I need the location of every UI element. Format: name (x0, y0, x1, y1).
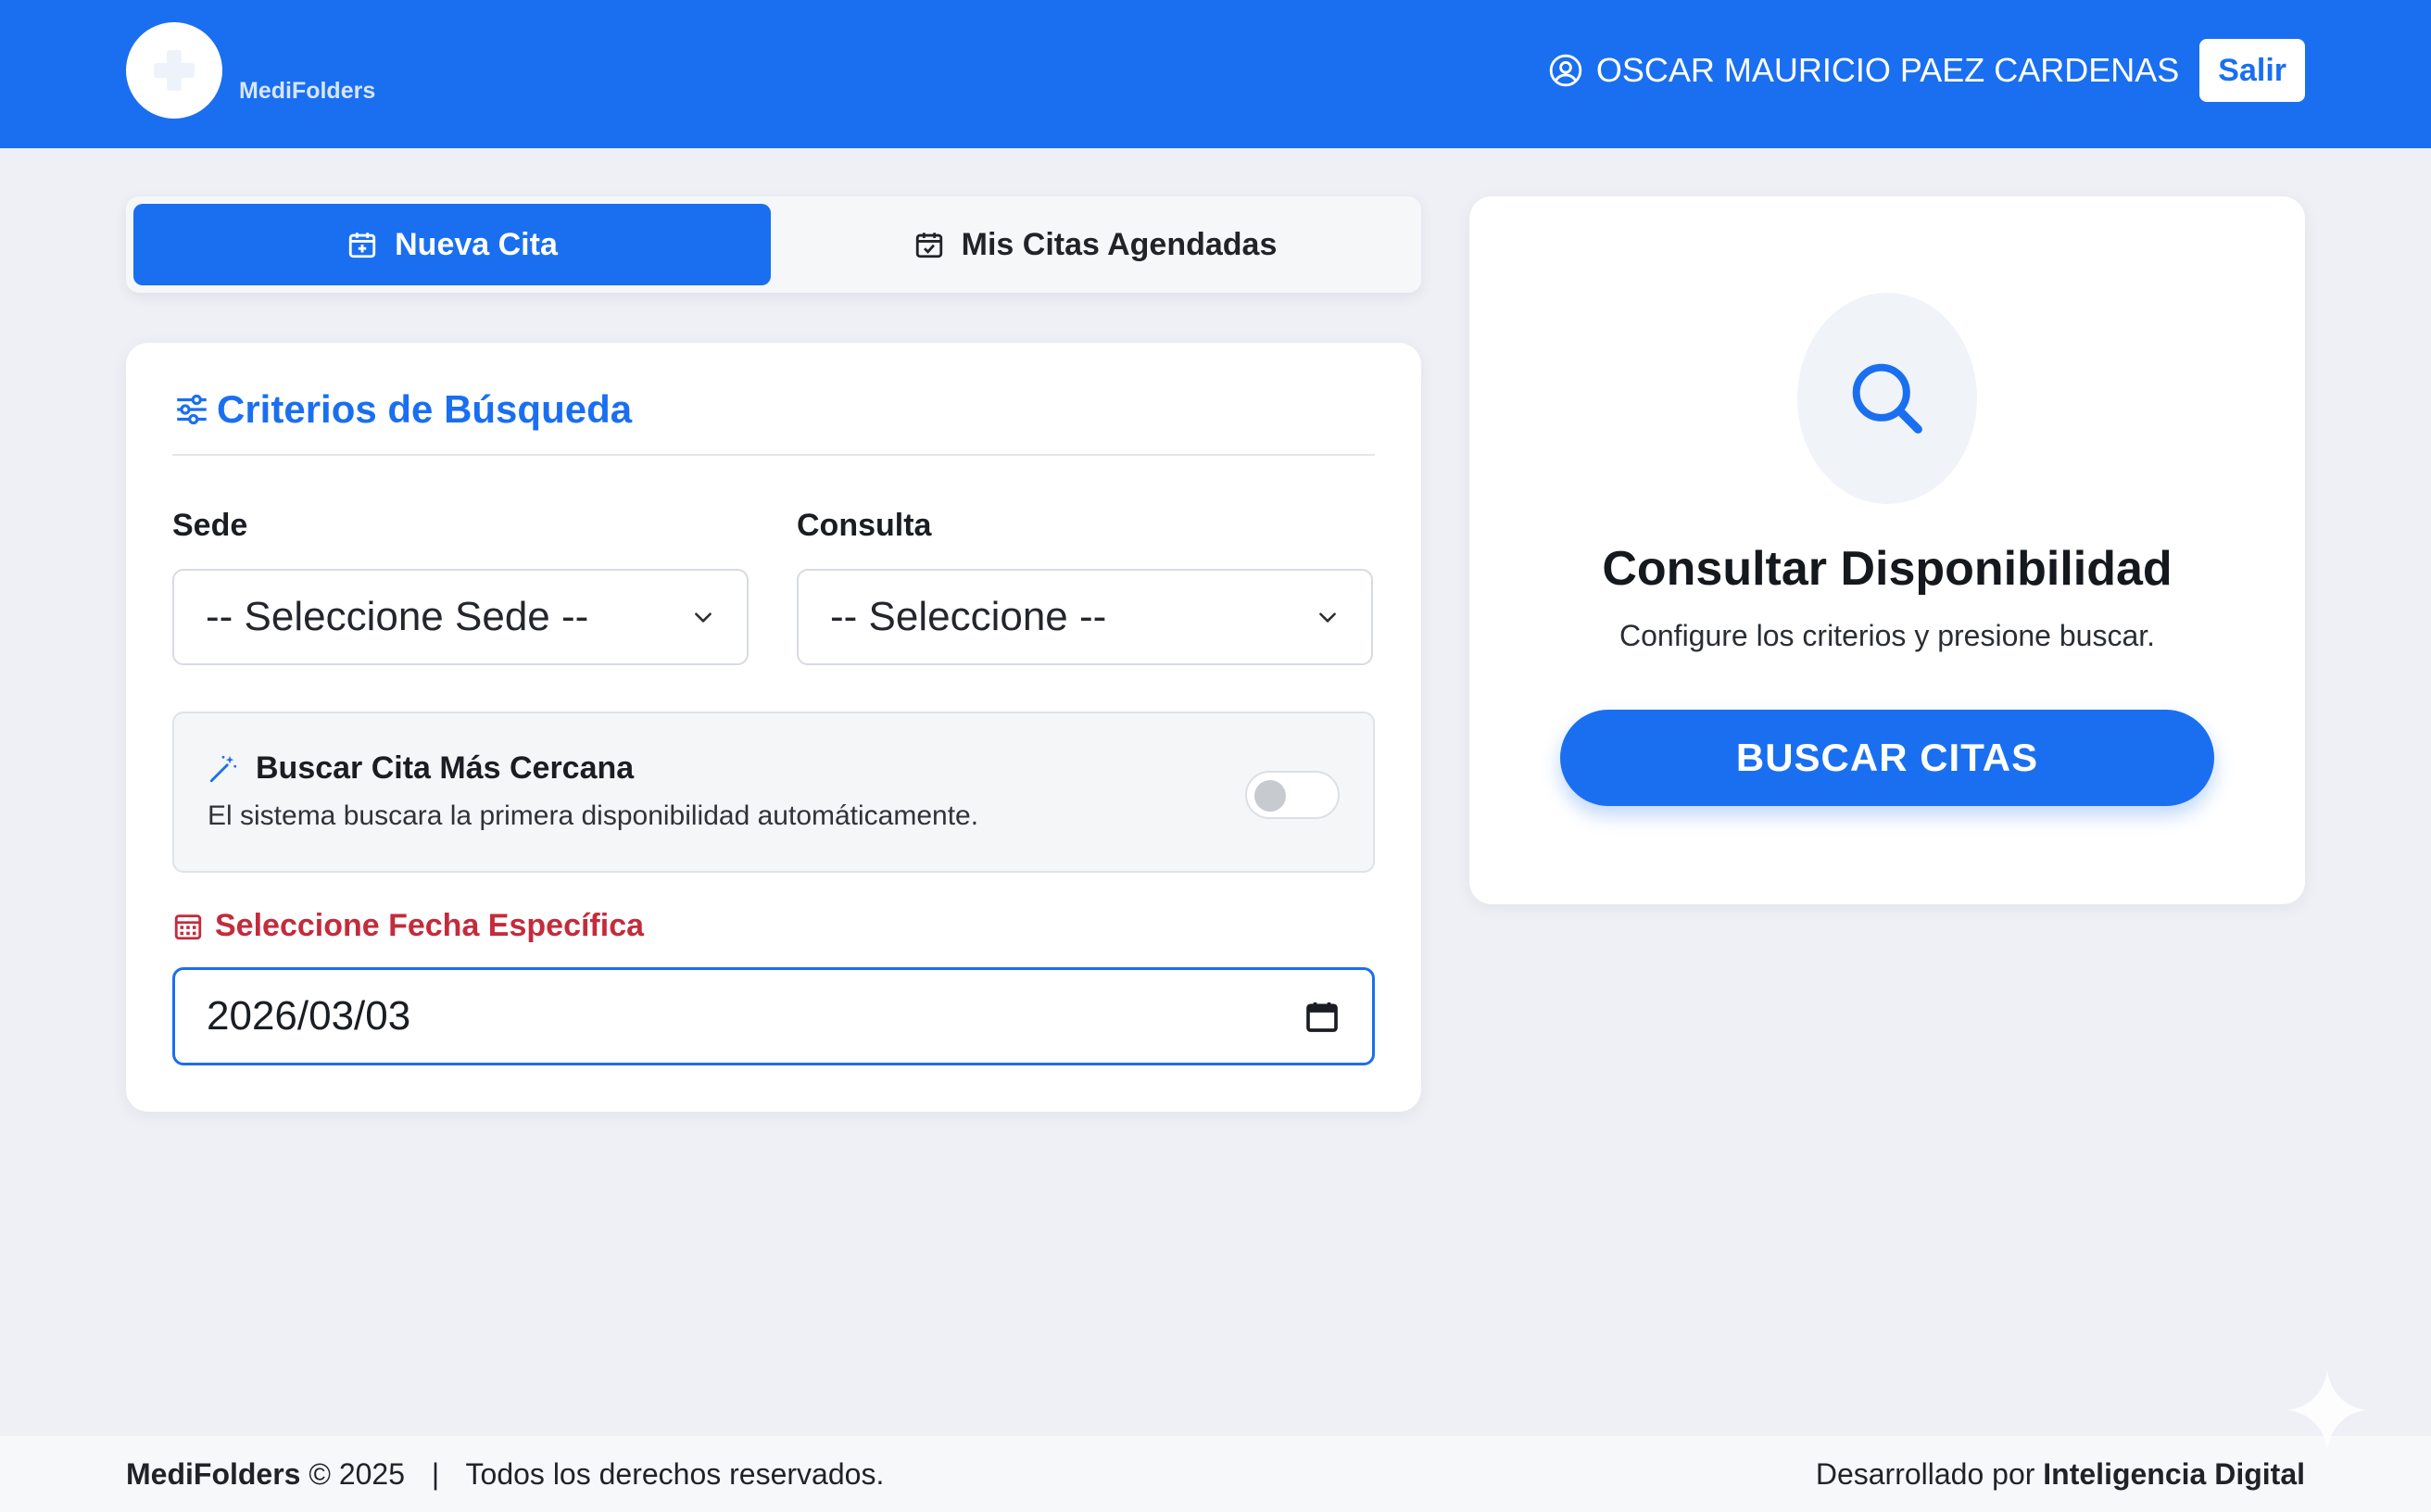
user-area: OSCAR MAURICIO PAEZ CARDENAS Salir (1548, 39, 2305, 102)
tab-nueva-cita[interactable]: Nueva Cita (133, 204, 771, 285)
user-circle-icon (1549, 54, 1582, 87)
calendar-picker-icon[interactable] (1304, 998, 1341, 1035)
footer-right: Desarrollado por Inteligencia Digital (1816, 1457, 2305, 1492)
user-name: OSCAR MAURICIO PAEZ CARDENAS (1595, 51, 2180, 89)
chevron-down-icon (1319, 612, 1336, 623)
nearest-toggle[interactable] (1245, 771, 1340, 819)
date-input[interactable]: 2026/03/03 (172, 967, 1375, 1065)
sparkle-icon (2286, 1369, 2368, 1451)
date-value: 2026/03/03 (207, 993, 411, 1039)
footer-developed-prefix: Desarrollado por (1815, 1456, 2044, 1491)
logout-button[interactable]: Salir (2199, 39, 2305, 102)
section-title-text: Criterios de Búsqueda (217, 387, 633, 431)
section-title: Criterios de Búsqueda (172, 387, 632, 432)
tab-label: Nueva Cita (395, 226, 558, 262)
app-logo[interactable] (126, 22, 222, 119)
footer-brand: MediFolders (126, 1456, 309, 1491)
appointment-tabs: Nueva Cita Mis Citas Agendadas (126, 196, 1421, 293)
top-header: MediFolders OSCAR MAURICIO PAEZ CARDENAS… (0, 0, 2431, 148)
availability-title: Consultar Disponibilidad (1602, 542, 2173, 596)
search-icon (1852, 363, 1922, 434)
search-illustration (1797, 293, 1977, 504)
sede-select[interactable]: -- Seleccione Sede -- (172, 569, 749, 665)
nearest-description: El sistema buscara la primera disponibil… (208, 800, 979, 831)
footer-separator: | (431, 1456, 440, 1491)
logo-text: MediFolders (239, 78, 376, 104)
sede-selected-value: -- Seleccione Sede -- (206, 594, 589, 639)
sede-label: Sede (172, 508, 248, 543)
tab-label: Mis Citas Agendadas (961, 226, 1278, 262)
section-divider (172, 454, 1375, 456)
toggle-knob (1254, 780, 1286, 812)
calendar-check-icon (915, 233, 942, 258)
footer-developer[interactable]: Inteligencia Digital (2043, 1457, 2305, 1491)
consulta-label: Consulta (797, 508, 932, 543)
availability-card: Consultar Disponibilidad Configure los c… (1469, 196, 2305, 904)
search-appointments-button[interactable]: BUSCAR CITAS (1560, 710, 2214, 806)
nearest-title-text: Buscar Cita Más Cercana (256, 750, 635, 786)
calendar-plus-icon (348, 233, 376, 258)
availability-description: Configure los criterios y presione busca… (1619, 619, 2156, 652)
page-footer: MediFolders © 2025 | Todos los derechos … (0, 1436, 2431, 1512)
tab-mis-citas[interactable]: Mis Citas Agendadas (776, 204, 1414, 285)
search-criteria-card: Criterios de Búsqueda Sede -- Seleccione… (126, 343, 1421, 1112)
chevron-down-icon (695, 612, 712, 623)
nearest-appointment-box: Buscar Cita Más Cercana El sistema busca… (172, 712, 1375, 873)
user-info[interactable]: OSCAR MAURICIO PAEZ CARDENAS (1548, 51, 2179, 90)
consulta-select[interactable]: -- Seleccione -- (797, 569, 1373, 665)
magic-wand-icon (209, 755, 237, 782)
sliders-icon (177, 394, 207, 425)
footer-left: MediFolders © 2025 | Todos los derechos … (126, 1457, 884, 1492)
calendar-grid-icon (174, 914, 202, 939)
footer-rights: Todos los derechos reservados. (465, 1456, 885, 1491)
logo-cross-icon (154, 50, 195, 91)
nearest-title: Buscar Cita Más Cercana (208, 750, 634, 787)
date-label: Seleccione Fecha Específica (172, 908, 644, 944)
date-label-text: Seleccione Fecha Específica (215, 908, 645, 943)
consulta-selected-value: -- Seleccione -- (830, 594, 1107, 639)
footer-copyright: © 2025 (309, 1456, 406, 1491)
